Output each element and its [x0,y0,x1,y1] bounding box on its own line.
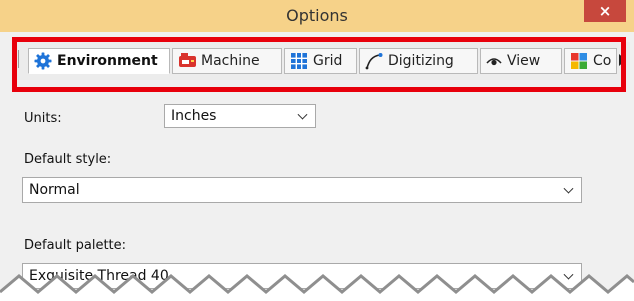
chevron-down-icon [563,183,574,194]
close-button[interactable]: × [584,0,626,22]
units-label: Units: [24,111,62,126]
options-dialog: Options × Environment Machine Grid Digit… [0,0,634,301]
units-value: Inches [171,108,217,124]
default-style-label: Default style: [24,152,112,167]
chevron-down-icon [297,109,308,120]
dialog-title: Options [286,6,348,25]
title-bar: Options × [0,0,634,32]
default-style-select[interactable]: Normal [22,177,582,203]
units-select[interactable]: Inches [164,104,316,128]
tab-strip-highlight-box [12,37,626,92]
torn-edge [0,274,634,301]
default-style-value: Normal [29,182,80,198]
default-palette-label: Default palette: [24,238,127,253]
